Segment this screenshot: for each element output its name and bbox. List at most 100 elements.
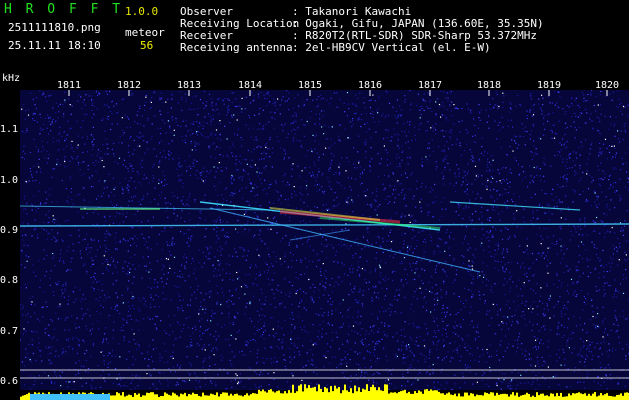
noise-pixel	[250, 264, 252, 266]
noise-pixel	[235, 98, 237, 100]
noise-pixel	[115, 248, 117, 250]
noise-pixel	[64, 288, 66, 290]
noise-pixel	[45, 202, 47, 204]
noise-pixel	[463, 306, 465, 308]
noise-pixel	[64, 156, 66, 158]
noise-pixel	[418, 345, 420, 347]
noise-pixel	[507, 261, 509, 264]
noise-pixel	[507, 125, 509, 127]
noise-pixel	[375, 242, 377, 244]
noise-pixel	[593, 230, 595, 232]
noise-pixel	[234, 105, 236, 107]
noise-pixel	[67, 299, 70, 301]
noise-pixel	[487, 352, 489, 354]
noise-pixel	[428, 354, 431, 356]
noise-pixel	[199, 335, 201, 337]
noise-pixel	[396, 154, 398, 156]
noise-pixel	[531, 179, 533, 182]
noise-pixel	[603, 276, 605, 278]
noise-pixel	[539, 227, 541, 229]
noise-pixel	[275, 190, 277, 192]
noise-pixel	[171, 98, 173, 100]
noise-pixel	[605, 196, 607, 198]
noise-pixel	[592, 355, 594, 357]
noise-pixel	[378, 328, 380, 330]
noise-pixel	[340, 241, 343, 243]
noise-pixel	[449, 169, 451, 171]
noise-pixel	[211, 105, 213, 107]
noise-pixel	[345, 238, 347, 240]
noise-pixel	[369, 165, 371, 167]
noise-pixel	[213, 142, 215, 144]
noise-pixel	[285, 235, 287, 237]
noise-pixel	[361, 371, 363, 373]
noise-pixel	[561, 201, 563, 203]
noise-pixel	[520, 288, 522, 290]
noise-pixel	[603, 225, 606, 227]
noise-pixel	[492, 236, 494, 238]
noise-pixel	[138, 308, 140, 310]
noise-pixel	[188, 316, 190, 318]
noise-pixel	[351, 103, 353, 105]
noise-pixel	[291, 130, 293, 132]
noise-pixel	[412, 322, 414, 324]
noise-pixel	[578, 352, 580, 355]
noise-pixel	[400, 191, 403, 194]
noise-pixel	[424, 296, 426, 298]
noise-pixel	[41, 360, 43, 362]
noise-pixel	[52, 291, 54, 293]
noise-pixel	[215, 338, 217, 340]
noise-pixel	[402, 283, 404, 286]
noise-pixel	[130, 95, 132, 97]
noise-pixel	[419, 106, 421, 108]
noise-pixel	[355, 94, 357, 96]
noise-pixel	[225, 242, 227, 244]
noise-pixel	[556, 353, 558, 355]
noise-pixel	[585, 100, 587, 102]
noise-pixel	[604, 293, 606, 295]
noise-pixel	[426, 130, 428, 132]
noise-pixel	[197, 142, 199, 144]
noise-pixel	[84, 104, 86, 106]
noise-pixel	[216, 235, 218, 237]
noise-pixel	[333, 92, 336, 94]
noise-pixel	[356, 238, 358, 240]
noise-pixel	[603, 331, 606, 333]
noise-pixel	[369, 326, 371, 328]
noise-pixel	[50, 94, 52, 96]
noise-pixel	[582, 309, 584, 311]
noise-pixel	[43, 291, 45, 293]
noise-pixel	[245, 96, 247, 98]
noise-pixel	[313, 300, 315, 302]
noise-pixel	[273, 361, 275, 363]
noise-pixel	[374, 349, 376, 351]
noise-pixel	[209, 296, 211, 298]
noise-pixel	[464, 343, 466, 345]
noise-pixel	[492, 98, 494, 100]
noise-pixel	[377, 206, 379, 208]
noise-pixel	[79, 289, 81, 291]
noise-pixel	[63, 159, 66, 161]
noise-pixel	[231, 92, 233, 94]
noise-pixel	[455, 176, 457, 178]
noise-pixel	[300, 186, 302, 188]
noise-pixel	[509, 168, 511, 170]
noise-pixel	[143, 178, 145, 180]
noise-pixel	[369, 367, 371, 369]
noise-pixel	[571, 104, 573, 107]
noise-pixel	[386, 137, 388, 139]
noise-pixel	[104, 153, 106, 155]
noise-pixel	[518, 174, 520, 176]
noise-pixel	[297, 337, 299, 339]
noise-pixel	[447, 162, 449, 165]
noise-pixel	[563, 304, 566, 306]
noise-pixel	[239, 190, 241, 192]
noise-pixel	[67, 316, 69, 318]
noise-pixel	[221, 99, 224, 101]
noise-pixel	[344, 128, 346, 130]
noise-pixel	[421, 105, 423, 108]
noise-pixel	[359, 352, 361, 354]
noise-pixel	[384, 262, 387, 264]
noise-pixel	[229, 322, 231, 324]
noise-pixel	[557, 106, 559, 108]
